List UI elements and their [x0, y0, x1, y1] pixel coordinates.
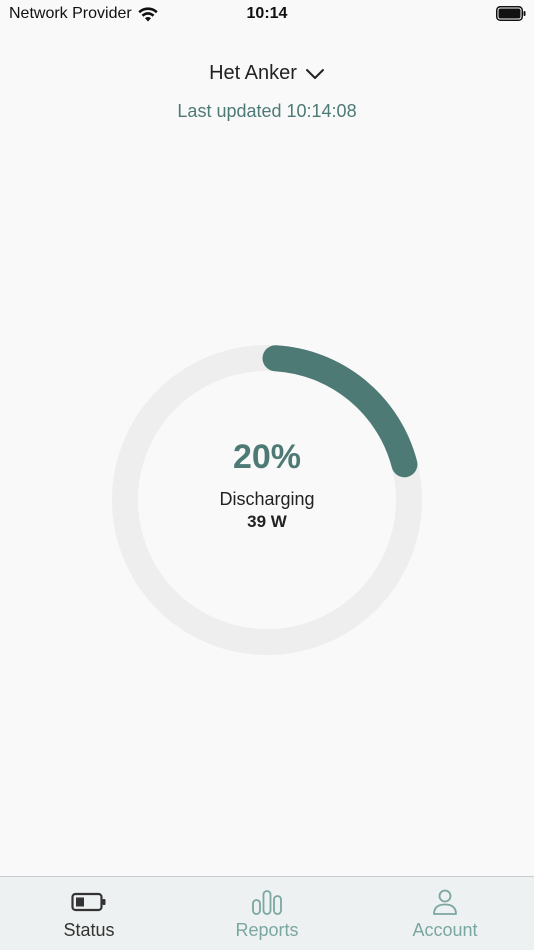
- app-screen: Network Provider 10:14 Het Anker Last up…: [0, 0, 534, 950]
- tab-reports[interactable]: Reports: [178, 877, 356, 950]
- tab-status-label: Status: [63, 920, 115, 940]
- chevron-down-icon: [305, 68, 324, 79]
- person-icon: [433, 889, 457, 915]
- tab-bar: Status Reports Account: [0, 876, 534, 950]
- tab-status[interactable]: Status: [0, 877, 178, 950]
- tab-reports-label: Reports: [235, 920, 299, 940]
- location-name: Het Anker: [209, 62, 297, 84]
- bar-chart-icon: [252, 890, 282, 915]
- battery-state: Discharging: [219, 489, 315, 509]
- last-updated-text: Last updated 10:14:08: [177, 101, 357, 121]
- battery-power: 39 W: [247, 512, 287, 531]
- tab-account-label: Account: [412, 920, 478, 940]
- status-battery-icon: [496, 6, 526, 21]
- status-bar: Network Provider 10:14: [0, 0, 534, 28]
- location-selector[interactable]: Het Anker: [0, 62, 534, 85]
- battery-icon: [71, 892, 106, 912]
- status-time: 10:14: [246, 5, 288, 22]
- gauge-readout: 20% Discharging 39 W: [112, 345, 422, 655]
- battery-percent: 20%: [232, 438, 302, 476]
- tab-account[interactable]: Account: [356, 877, 534, 950]
